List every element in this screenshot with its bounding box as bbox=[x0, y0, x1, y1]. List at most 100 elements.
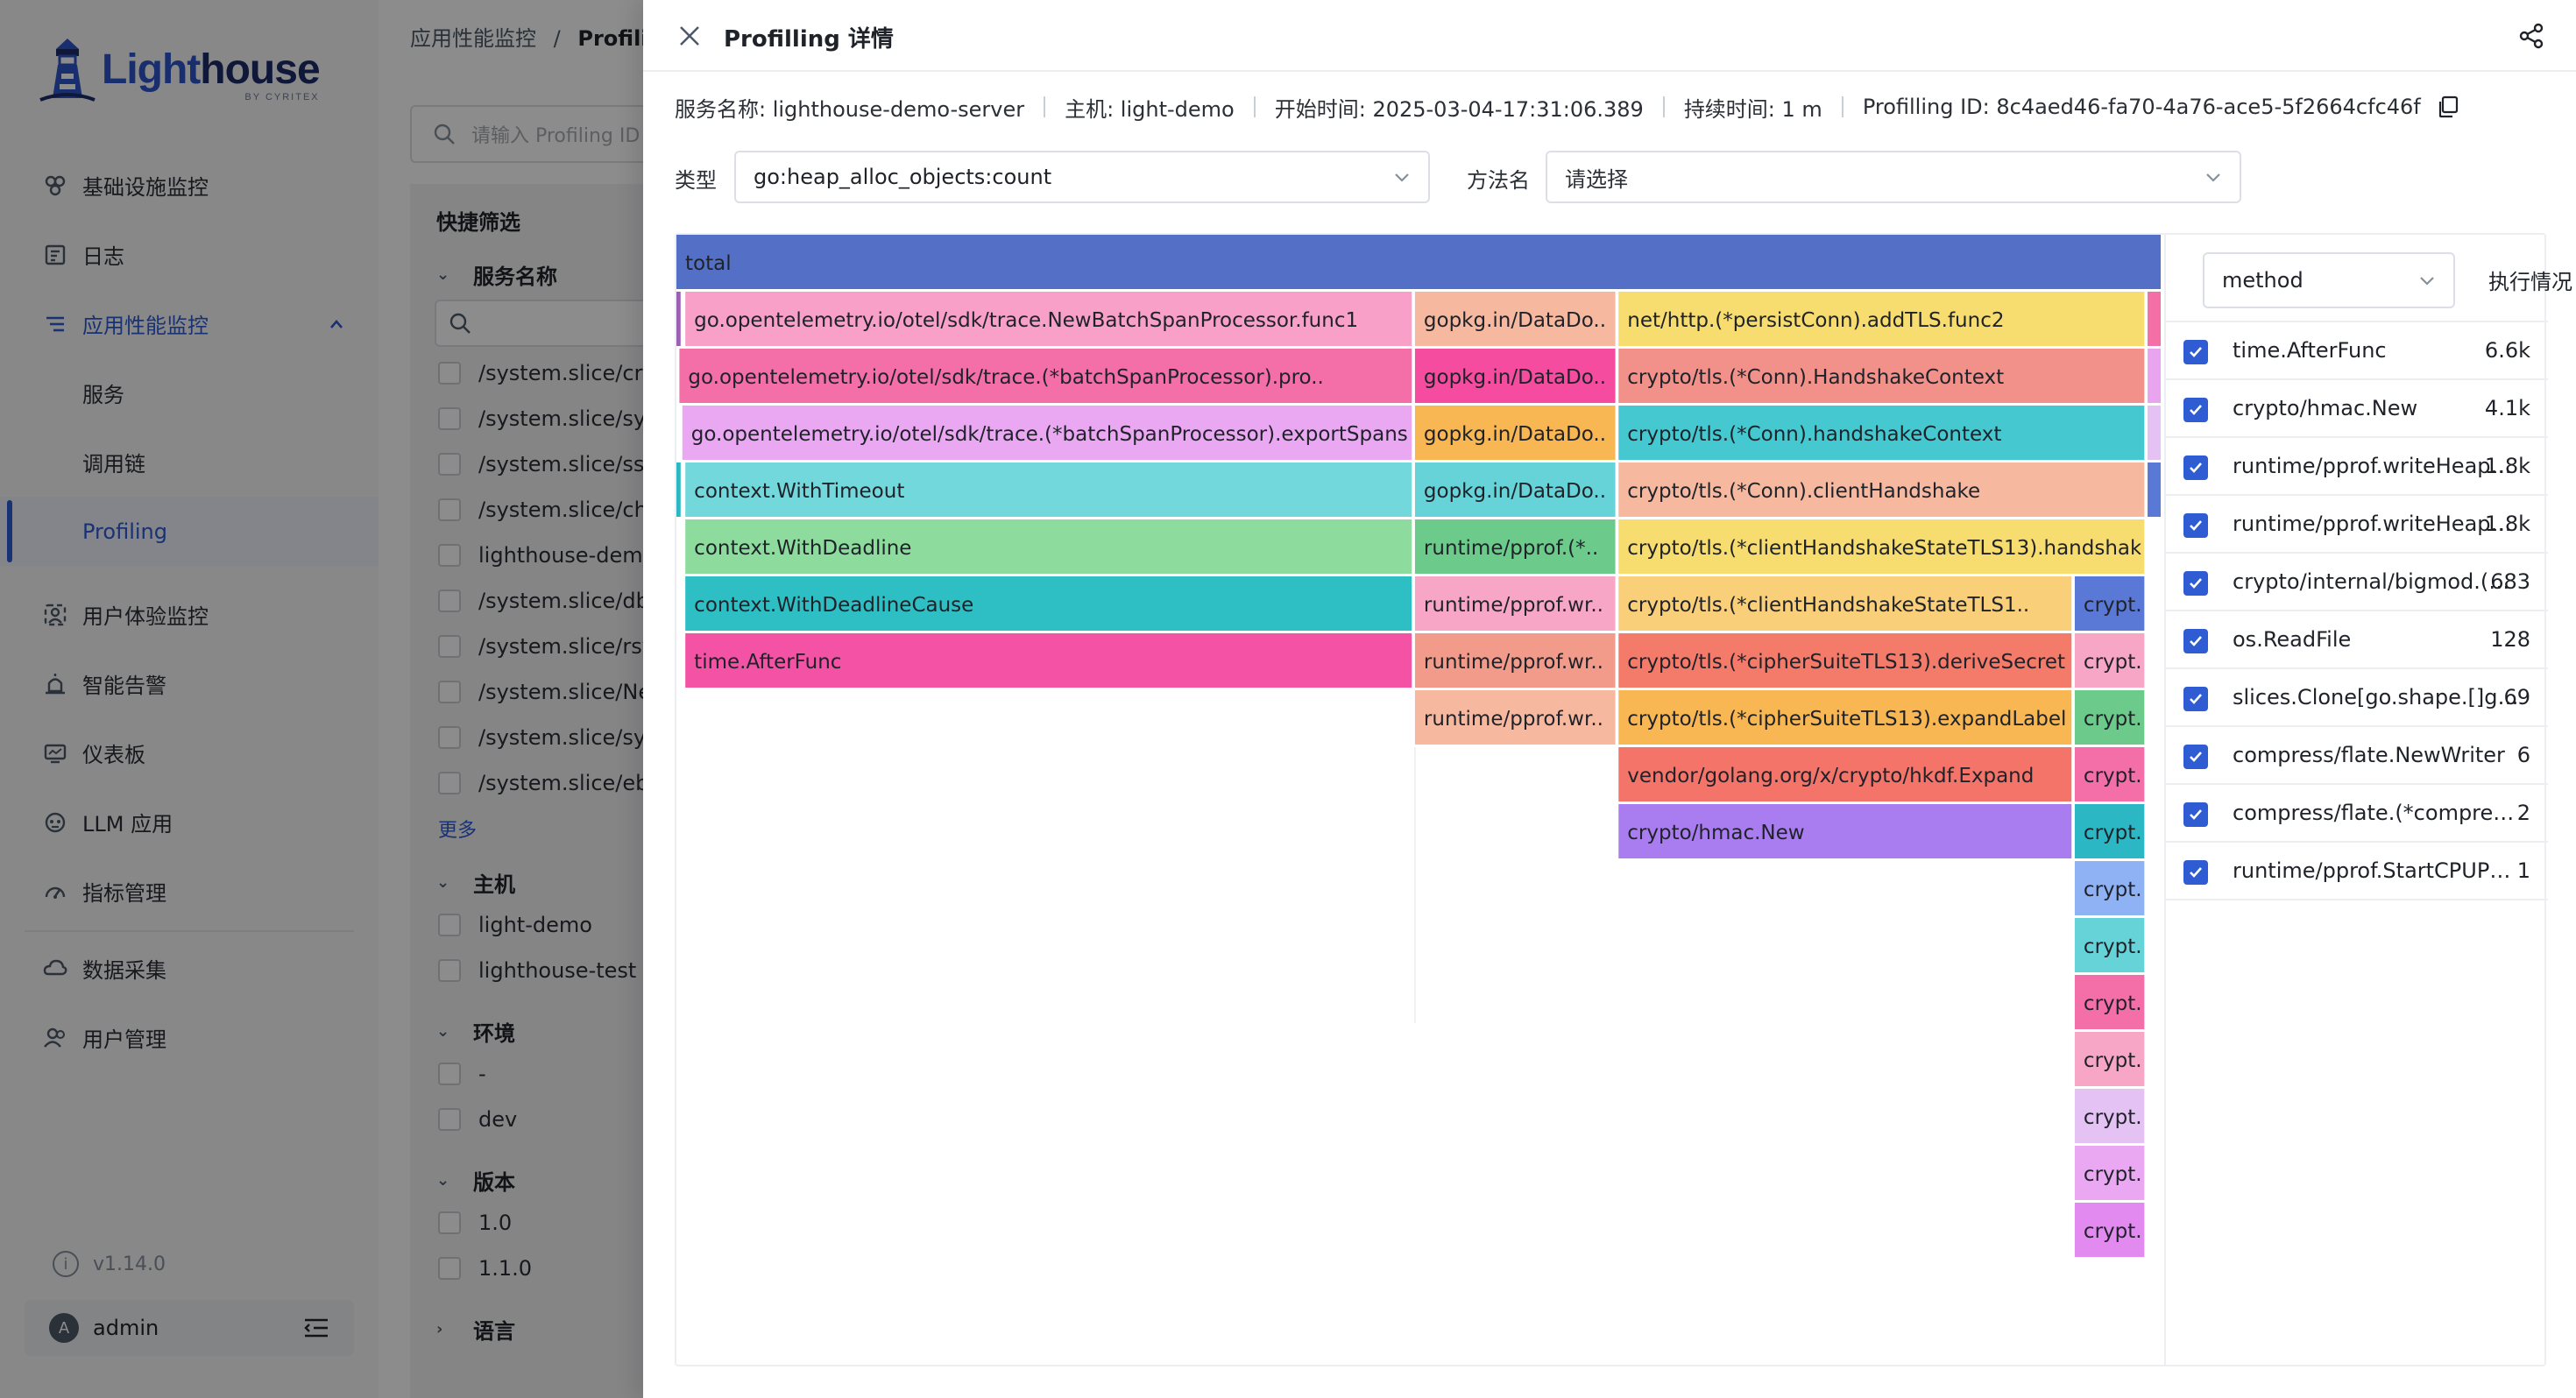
flame-frame-label: crypt.. bbox=[2084, 1106, 2148, 1129]
flame-frame[interactable]: crypt.. bbox=[2074, 918, 2148, 972]
meta-start-time: 开始时间: 2025-03-04-17:31:06.389 bbox=[1274, 96, 1644, 122]
flame-frame[interactable]: crypto/tls.(*Conn).HandshakeContext bbox=[1618, 349, 2145, 403]
checkbox-checked[interactable] bbox=[2183, 802, 2208, 827]
execution-status-label: 执行情况 bbox=[2488, 270, 2572, 294]
group-by-select[interactable]: method bbox=[2203, 252, 2455, 308]
flame-frame[interactable]: crypto/tls.(*Conn).clientHandshake bbox=[1618, 462, 2145, 517]
flame-frame[interactable]: crypt.. bbox=[2074, 861, 2148, 915]
method-list-row[interactable]: runtime/pprof.writeHeap… 1.8k bbox=[2166, 438, 2548, 496]
checkbox-checked[interactable] bbox=[2183, 513, 2208, 538]
flame-frame[interactable]: crypto/tls.(*clientHandshakeStateTLS13).… bbox=[1618, 519, 2153, 574]
flame-frame[interactable]: runtime/pprof.wr.. bbox=[1414, 633, 1616, 688]
flame-frame-rect[interactable] bbox=[676, 462, 681, 517]
flame-frame[interactable]: context.WithDeadlineCause bbox=[685, 576, 1412, 631]
checkbox-checked[interactable] bbox=[2183, 455, 2208, 480]
flame-frame[interactable]: crypt.. bbox=[2074, 975, 2148, 1029]
flame-frame-label: crypt.. bbox=[2084, 992, 2148, 1015]
checkbox-checked[interactable] bbox=[2183, 745, 2208, 769]
flame-frame-label: gopkg.in/DataDo.. bbox=[1424, 366, 1606, 389]
flame-frame[interactable]: context.WithDeadline bbox=[685, 519, 1412, 574]
flame-frame-label: crypt.. bbox=[2084, 1220, 2148, 1243]
flame-frame[interactable]: crypto/tls.(*clientHandshakeStateTLS1.. bbox=[1618, 576, 2072, 631]
flame-graph[interactable]: total go.opentelemetry.io/otel/sdk/trace.… bbox=[676, 235, 2162, 1365]
flame-frame[interactable]: context.WithTimeout bbox=[685, 462, 1412, 517]
flame-frame-label: crypto/hmac.New bbox=[1627, 822, 1804, 844]
checkbox-checked[interactable] bbox=[2183, 571, 2208, 596]
share-icon[interactable] bbox=[2518, 23, 2544, 49]
flame-frame[interactable]: crypt.. bbox=[2074, 1203, 2148, 1257]
flame-frame[interactable]: crypto/tls.(*cipherSuiteTLS13).expandLab… bbox=[1618, 690, 2072, 745]
checkbox-checked[interactable] bbox=[2183, 860, 2208, 885]
flame-frame[interactable]: net/http.(*persistConn).addTLS.func2 bbox=[1618, 292, 2145, 346]
flame-frame[interactable]: crypt.. bbox=[2074, 690, 2148, 745]
flame-frame-rect[interactable] bbox=[676, 292, 681, 346]
type-select[interactable]: go:heap_alloc_objects:count bbox=[734, 151, 1430, 203]
flame-frame[interactable]: go.opentelemetry.io/otel/sdk/trace.(*bat… bbox=[679, 349, 1412, 403]
flame-frame-rect[interactable] bbox=[2148, 349, 2161, 403]
close-icon[interactable] bbox=[678, 25, 701, 47]
method-name: compress/flate.NewWriter bbox=[2233, 743, 2505, 767]
flame-frame-rect[interactable] bbox=[2148, 292, 2161, 346]
checkbox-checked[interactable] bbox=[2183, 398, 2208, 422]
flame-frame-rect[interactable] bbox=[676, 235, 2161, 289]
flame-frame[interactable]: gopkg.in/DataDo.. bbox=[1414, 462, 1616, 517]
flame-frame[interactable]: gopkg.in/DataDo.. bbox=[1414, 349, 1616, 403]
flame-frame-label: go.opentelemetry.io/otel/sdk/trace.(*bat… bbox=[691, 423, 1408, 446]
method-list-row[interactable]: compress/flate.(*compre… 2 bbox=[2166, 785, 2548, 843]
checkbox-checked[interactable] bbox=[2183, 629, 2208, 653]
flame-frame[interactable] bbox=[676, 292, 681, 346]
flame-frame[interactable]: gopkg.in/DataDo.. bbox=[1414, 292, 1616, 346]
flame-frame-label: crypto/tls.(*clientHandshakeStateTLS13).… bbox=[1627, 537, 2153, 560]
checkbox-checked[interactable] bbox=[2183, 340, 2208, 364]
flame-frame-rect[interactable] bbox=[2148, 462, 2161, 517]
checkbox-checked[interactable] bbox=[2183, 687, 2208, 711]
method-list-row[interactable]: compress/flate.NewWriter 6 bbox=[2166, 727, 2548, 785]
copy-icon[interactable] bbox=[2437, 95, 2459, 118]
flame-frame[interactable]: crypt.. bbox=[2074, 633, 2148, 688]
method-list-row[interactable]: runtime/pprof.StartCPUP… 1 bbox=[2166, 843, 2548, 900]
flame-frame[interactable]: runtime/pprof.wr.. bbox=[1414, 576, 1616, 631]
method-name: compress/flate.(*compre… bbox=[2233, 801, 2515, 825]
flame-frame-label: context.WithDeadlineCause bbox=[694, 594, 973, 617]
method-list-row[interactable]: os.ReadFile 128 bbox=[2166, 611, 2548, 669]
flame-frame-label: crypto/tls.(*cipherSuiteTLS13).expandLab… bbox=[1627, 708, 2066, 731]
flame-frame[interactable]: crypt.. bbox=[2074, 1089, 2148, 1143]
flame-frame[interactable]: go.opentelemetry.io/otel/sdk/trace.(*bat… bbox=[682, 406, 1412, 460]
method-list-row[interactable]: slices.Clone[go.shape.[]g… 69 bbox=[2166, 669, 2548, 727]
check-icon bbox=[2190, 520, 2202, 531]
flame-frame[interactable]: crypt.. bbox=[2074, 1146, 2148, 1200]
method-list-row[interactable]: runtime/pprof.writeHeap… 1.8k bbox=[2166, 496, 2548, 554]
flame-frame[interactable]: crypto/hmac.New bbox=[1618, 804, 2072, 858]
flame-frame[interactable]: crypto/tls.(*cipherSuiteTLS13).deriveSec… bbox=[1618, 633, 2072, 688]
group-by-value: method bbox=[2222, 268, 2304, 293]
flame-frame[interactable] bbox=[2148, 462, 2161, 517]
flame-frame[interactable] bbox=[2148, 292, 2161, 346]
flame-frame-label: runtime/pprof.wr.. bbox=[1424, 708, 1603, 731]
flame-frame[interactable]: crypt.. bbox=[2074, 1032, 2148, 1086]
flame-frame[interactable]: runtime/pprof.(*.. bbox=[1414, 519, 1616, 574]
flame-frame[interactable]: gopkg.in/DataDo.. bbox=[1414, 406, 1616, 460]
flame-frame[interactable]: runtime/pprof.wr.. bbox=[1414, 690, 1616, 745]
flame-frame[interactable]: crypt.. bbox=[2074, 804, 2148, 858]
flame-frame[interactable]: time.AfterFunc bbox=[685, 633, 1412, 688]
method-name: crypto/internal/bigmod.(… bbox=[2233, 569, 2510, 594]
flame-frame[interactable]: crypt.. bbox=[2074, 747, 2148, 801]
flame-frame-rect[interactable] bbox=[2148, 406, 2161, 460]
flame-frame[interactable]: vendor/golang.org/x/crypto/hkdf.Expand bbox=[1618, 747, 2072, 801]
flame-frame[interactable]: crypto/tls.(*Conn).handshakeContext bbox=[1618, 406, 2145, 460]
flame-frame[interactable] bbox=[2148, 349, 2161, 403]
flame-frame[interactable] bbox=[676, 462, 681, 517]
method-list-row[interactable]: time.AfterFunc 6.6k bbox=[2166, 322, 2548, 380]
method-list-row[interactable]: crypto/internal/bigmod.(… 683 bbox=[2166, 554, 2548, 611]
check-icon bbox=[2190, 347, 2202, 357]
flame-frame[interactable]: total bbox=[676, 235, 2161, 289]
flame-frame[interactable]: crypt.. bbox=[2074, 576, 2148, 631]
modal-overlay[interactable] bbox=[0, 0, 643, 1398]
check-icon bbox=[2190, 809, 2202, 820]
method-value: 1 bbox=[2516, 858, 2530, 883]
flame-frame-label: vendor/golang.org/x/crypto/hkdf.Expand bbox=[1627, 765, 2034, 787]
method-list-row[interactable]: crypto/hmac.New 4.1k bbox=[2166, 380, 2548, 438]
flame-frame[interactable] bbox=[2148, 406, 2161, 460]
flame-frame[interactable]: go.opentelemetry.io/otel/sdk/trace.NewBa… bbox=[685, 292, 1412, 346]
method-select[interactable]: 请选择 bbox=[1546, 151, 2241, 203]
